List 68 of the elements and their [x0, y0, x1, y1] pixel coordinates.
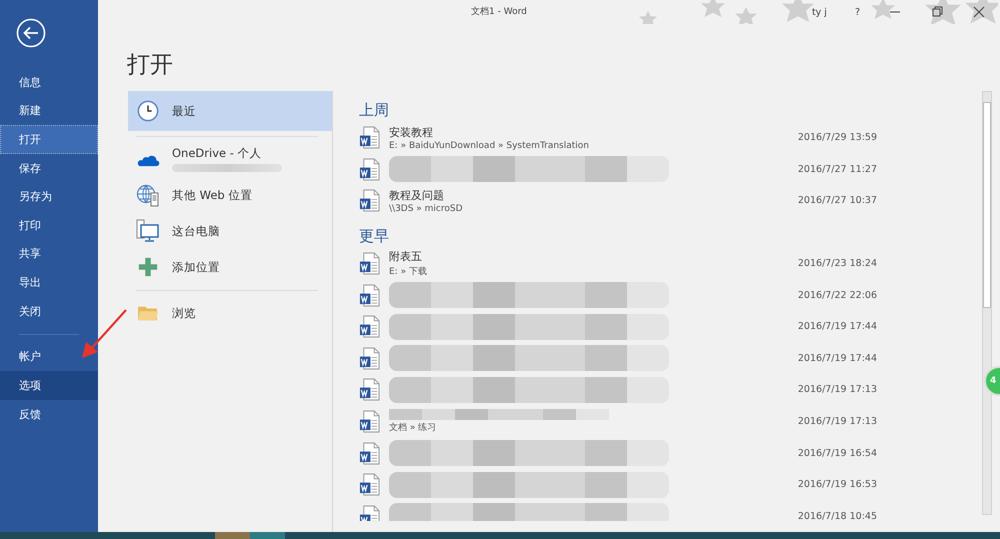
- file-date: 2016/7/27 10:37: [798, 195, 877, 206]
- word-document-icon: [359, 126, 380, 150]
- file-row[interactable]: 2016/7/19 17:44: [359, 342, 982, 374]
- file-row[interactable]: 教程及问题 \\3DS » microSD 2016/7/27 10:37: [359, 185, 982, 217]
- scrollbar[interactable]: [982, 91, 992, 515]
- clock-icon: [136, 100, 160, 122]
- file-date: 2016/7/29 13:59: [798, 132, 877, 144]
- word-document-icon: [359, 410, 380, 434]
- sidebar-item[interactable]: 导出: [0, 268, 98, 297]
- file-date: 2016/7/19 16:54: [798, 448, 877, 459]
- word-document-icon: [359, 315, 380, 338]
- back-button[interactable]: [16, 18, 46, 48]
- word-document-icon: [359, 284, 380, 307]
- globe-server-icon: [136, 183, 160, 207]
- file-date: 2016/7/27 11:27: [798, 164, 877, 175]
- file-row[interactable]: 2016/7/22 22:06: [359, 279, 982, 311]
- word-document-icon: [359, 378, 380, 402]
- sidebar-item[interactable]: 信息: [0, 68, 98, 97]
- sidebar-item[interactable]: 另存为: [0, 182, 98, 211]
- sidebar-item[interactable]: 选项: [0, 371, 98, 400]
- sidebar-item[interactable]: 打印: [0, 210, 98, 240]
- file-date: 2016/7/18 10:45: [798, 510, 877, 521]
- file-row[interactable]: 文档 » 练习 2016/7/19 17:13: [359, 406, 982, 438]
- file-row[interactable]: 2016/7/19 17:44: [359, 310, 982, 343]
- sidebar-item[interactable]: 反馈: [0, 400, 98, 429]
- file-row[interactable]: 2016/7/18 10:45: [359, 500, 982, 521]
- word-document-icon: [359, 473, 380, 496]
- file-name[interactable]: 教程及问题: [389, 188, 689, 203]
- file-path: \\3DS » microSD: [389, 204, 464, 214]
- file-date: 2016/7/22 22:06: [798, 290, 877, 301]
- computer-icon: [136, 219, 160, 243]
- file-path: E: » 下载: [389, 266, 428, 278]
- file-name[interactable]: 安装教程: [389, 124, 689, 140]
- plus-icon: [136, 256, 160, 278]
- file-name[interactable]: 附表五: [389, 249, 689, 264]
- file-path: E: » BaiduYunDownload » SystemTranslation: [389, 140, 590, 151]
- file-row[interactable]: 2016/7/19 17:13: [359, 374, 982, 406]
- window-title: 文档1 - Word: [471, 6, 527, 18]
- page-title: 打开: [127, 51, 174, 80]
- file-row[interactable]: 附表五 E: » 下载 2016/7/23 18:24: [359, 248, 982, 280]
- group-heading: 更早: [359, 226, 390, 246]
- file-date: 2016/7/19 17:13: [798, 384, 877, 396]
- file-date: 2016/7/19 17:44: [798, 321, 877, 332]
- word-document-icon: [359, 442, 380, 465]
- file-row[interactable]: 2016/7/19 16:54: [359, 437, 982, 469]
- sidebar-item[interactable]: 保存: [0, 154, 98, 182]
- word-document-icon: [359, 346, 380, 370]
- annotation-arrow: [80, 308, 128, 360]
- file-date: 2016/7/19 17:13: [798, 416, 877, 428]
- file-date: 2016/7/19 16:53: [798, 479, 877, 490]
- file-date: 2016/7/23 18:24: [798, 258, 877, 270]
- word-document-icon: [359, 504, 380, 521]
- sidebar-item[interactable]: 打开: [0, 125, 98, 154]
- word-document-icon: [359, 252, 380, 276]
- user-name[interactable]: ty j: [798, 6, 841, 18]
- file-path: 文档 » 练习: [389, 422, 438, 434]
- group-heading: 上周: [359, 101, 390, 120]
- sidebar-item[interactable]: 共享: [0, 240, 98, 268]
- folder-icon: [136, 304, 160, 322]
- sidebar-item[interactable]: 关闭: [0, 296, 98, 326]
- file-date: 2016/7/19 17:44: [798, 352, 877, 364]
- help-button[interactable]: ?: [840, 6, 874, 18]
- file-row[interactable]: 2016/7/27 11:27: [359, 154, 982, 186]
- file-row[interactable]: 安装教程 E: » BaiduYunDownload » SystemTranslation 2016/7/29 13:59: [359, 122, 982, 154]
- word-document-icon: [359, 158, 380, 181]
- word-document-icon: [359, 189, 380, 212]
- sidebar-item[interactable]: 新建: [0, 96, 98, 126]
- file-row[interactable]: 2016/7/19 16:53: [359, 468, 982, 501]
